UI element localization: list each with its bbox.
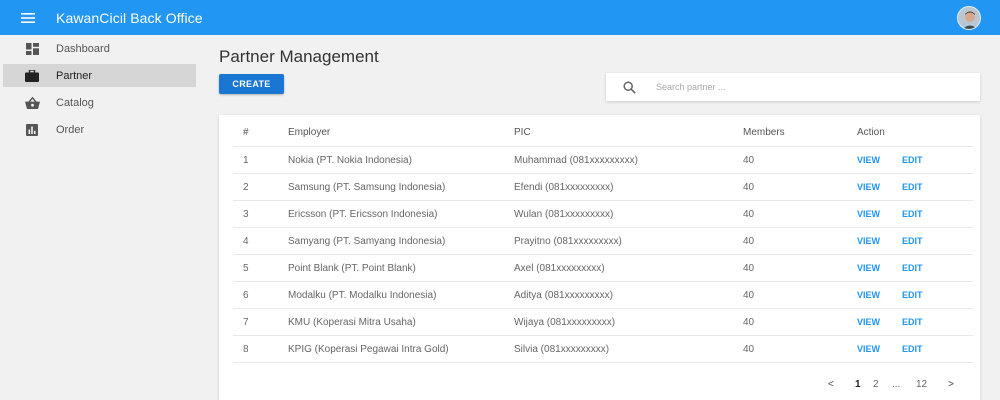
row-members: 40 <box>743 155 755 166</box>
partner-table: # Employer PIC Members Action 1 Nokia (P… <box>219 115 980 400</box>
row-pic: Wijaya (081xxxxxxxxx) <box>514 317 616 328</box>
app-bar: KawanCicil Back Office <box>0 0 1000 35</box>
briefcase-icon <box>20 69 44 82</box>
prev-page-button[interactable]: < <box>828 377 834 393</box>
view-button[interactable]: VIEW <box>857 282 880 309</box>
sidebar-item-order[interactable]: Order <box>3 118 196 141</box>
sidebar-item-label: Partner <box>56 69 93 82</box>
row-members: 40 <box>743 344 755 355</box>
sidebar-item-dashboard[interactable]: Dashboard <box>3 37 196 60</box>
view-button[interactable]: VIEW <box>857 174 880 201</box>
row-employer: Ericsson (PT. Ericsson Indonesia) <box>288 209 438 220</box>
row-employer: Point Blank (PT. Point Blank) <box>288 263 416 274</box>
row-number: 1 <box>243 155 249 166</box>
sidebar-item-catalog[interactable]: Catalog <box>3 91 196 114</box>
table-row: 4 Samyang (PT. Samyang Indonesia) Prayit… <box>233 227 973 254</box>
header-pic: PIC <box>514 127 531 138</box>
sidebar-item-label: Dashboard <box>56 42 110 55</box>
row-employer: Modalku (PT. Modalku Indonesia) <box>288 290 437 301</box>
row-number: 4 <box>243 236 249 247</box>
row-pic: Aditya (081xxxxxxxxx) <box>514 290 613 301</box>
create-button[interactable]: CREATE <box>219 74 284 94</box>
row-employer: KMU (Koperasi Mitra Usaha) <box>288 317 416 328</box>
row-members: 40 <box>743 263 755 274</box>
search-input[interactable] <box>656 82 956 92</box>
header-number: # <box>243 127 249 138</box>
edit-button[interactable]: EDIT <box>902 228 923 255</box>
row-pic: Axel (081xxxxxxxxx) <box>514 263 605 274</box>
row-number: 7 <box>243 317 249 328</box>
row-number: 6 <box>243 290 249 301</box>
table-header: # Employer PIC Members Action <box>233 119 973 146</box>
edit-button[interactable]: EDIT <box>902 282 923 309</box>
sidebar-item-partner[interactable]: Partner <box>3 64 196 87</box>
row-employer: Nokia (PT. Nokia Indonesia) <box>288 155 412 166</box>
header-members: Members <box>743 127 785 138</box>
row-pic: Silvia (081xxxxxxxxx) <box>514 344 610 355</box>
page-12-button[interactable]: 12 <box>916 377 927 393</box>
row-members: 40 <box>743 317 755 328</box>
row-members: 40 <box>743 290 755 301</box>
row-employer: KPIG (Koperasi Pegawai Intra Gold) <box>288 344 449 355</box>
row-number: 2 <box>243 182 249 193</box>
view-button[interactable]: VIEW <box>857 201 880 228</box>
pagination-ellipsis: ... <box>892 379 901 390</box>
view-button[interactable]: VIEW <box>857 255 880 282</box>
menu-icon[interactable] <box>0 0 56 35</box>
next-page-button[interactable]: > <box>948 377 954 393</box>
header-employer: Employer <box>288 127 331 138</box>
table-row: 6 Modalku (PT. Modalku Indonesia) Aditya… <box>233 281 973 308</box>
header-action: Action <box>857 127 885 138</box>
search-icon <box>608 80 650 94</box>
edit-button[interactable]: EDIT <box>902 336 923 363</box>
table-row: 1 Nokia (PT. Nokia Indonesia) Muhammad (… <box>233 146 973 173</box>
table-row: 5 Point Blank (PT. Point Blank) Axel (08… <box>233 254 973 281</box>
page-2-button[interactable]: 2 <box>873 377 879 393</box>
row-number: 5 <box>243 263 249 274</box>
row-pic: Efendi (081xxxxxxxxx) <box>514 182 614 193</box>
sidebar-item-label: Order <box>56 123 85 136</box>
row-employer: Samyang (PT. Samyang Indonesia) <box>288 236 446 247</box>
table-bottom-divider <box>233 362 973 363</box>
row-pic: Prayitno (081xxxxxxxxx) <box>514 236 622 247</box>
sidebar: Dashboard Partner Catalog Order <box>0 35 200 400</box>
row-employer: Samsung (PT. Samsung Indonesia) <box>288 182 446 193</box>
row-members: 40 <box>743 236 755 247</box>
view-button[interactable]: VIEW <box>857 147 880 174</box>
table-row: 7 KMU (Koperasi Mitra Usaha) Wijaya (081… <box>233 308 973 335</box>
view-button[interactable]: VIEW <box>857 228 880 255</box>
edit-button[interactable]: EDIT <box>902 147 923 174</box>
dashboard-icon <box>20 42 44 55</box>
row-members: 40 <box>743 209 755 220</box>
table-row: 8 KPIG (Koperasi Pegawai Intra Gold) Sil… <box>233 335 973 362</box>
basket-icon <box>20 96 44 109</box>
edit-button[interactable]: EDIT <box>902 255 923 282</box>
view-button[interactable]: VIEW <box>857 309 880 336</box>
edit-button[interactable]: EDIT <box>902 201 923 228</box>
page-title: Partner Management <box>219 47 379 66</box>
sidebar-item-label: Catalog <box>56 96 94 109</box>
row-members: 40 <box>743 182 755 193</box>
table-row: 2 Samsung (PT. Samsung Indonesia) Efendi… <box>233 173 973 200</box>
edit-button[interactable]: EDIT <box>902 174 923 201</box>
row-pic: Wulan (081xxxxxxxxx) <box>514 209 614 220</box>
search-bar <box>606 73 980 101</box>
edit-button[interactable]: EDIT <box>902 309 923 336</box>
user-avatar[interactable] <box>957 6 981 30</box>
view-button[interactable]: VIEW <box>857 336 880 363</box>
row-number: 3 <box>243 209 249 220</box>
table-row: 3 Ericsson (PT. Ericsson Indonesia) Wula… <box>233 200 973 227</box>
row-pic: Muhammad (081xxxxxxxxx) <box>514 155 638 166</box>
app-title: KawanCicil Back Office <box>56 9 203 26</box>
page-1-button[interactable]: 1 <box>855 377 861 393</box>
row-number: 8 <box>243 344 249 355</box>
bar-chart-icon <box>20 123 44 136</box>
